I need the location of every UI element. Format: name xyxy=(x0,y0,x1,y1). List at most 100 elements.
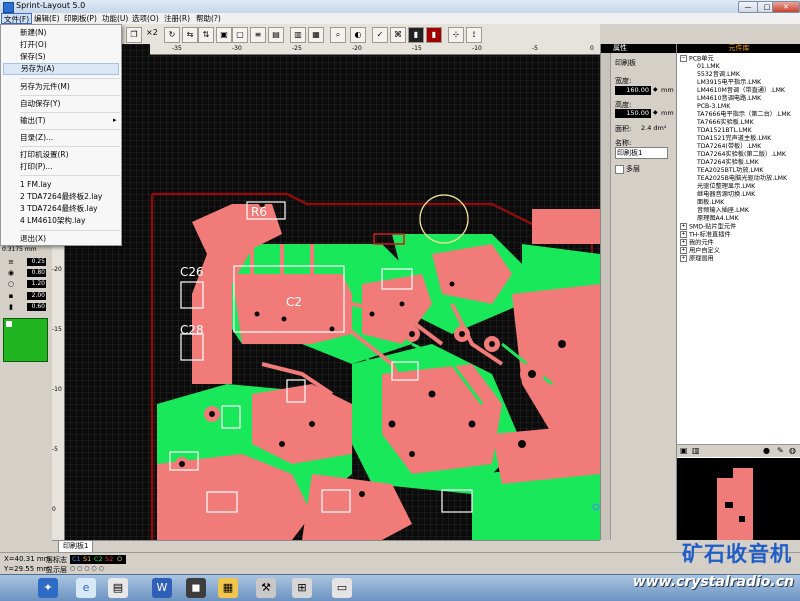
tree-leaf[interactable]: LM4610音调电路.LMK xyxy=(697,95,761,103)
tree-leaf[interactable]: TEA2025B电脑光驱动功放.LMK xyxy=(697,175,787,183)
tree-leaf[interactable]: TDA7264实验板.LMK xyxy=(697,159,759,167)
smd-height-value[interactable]: 0.60 xyxy=(27,303,46,311)
multilayer-checkbox[interactable] xyxy=(615,165,624,174)
recent-file-2[interactable]: 2 TDA7264最终板2.lay xyxy=(3,191,119,203)
library-tree[interactable]: − PCB单元 01.LMK 5532音调.LMK LM3915电平指示.LMK LM46… xyxy=(677,55,800,445)
menu-export[interactable]: 输出(T) xyxy=(3,115,119,127)
display-layer-radios[interactable]: ○ ○ ○ ○ ○ xyxy=(70,565,126,573)
word-icon[interactable]: W xyxy=(152,578,172,598)
expand-icon[interactable]: + xyxy=(680,223,687,230)
mirror-v-icon[interactable]: ⇅ xyxy=(198,27,214,43)
smd-width-row[interactable]: ▪ 2.00 xyxy=(4,292,48,300)
tree-leaf[interactable]: 01.LMK xyxy=(697,63,720,71)
browser-icon[interactable]: e xyxy=(76,578,96,598)
drc-icon[interactable]: ✓ xyxy=(372,27,388,43)
pin-icon[interactable]: ✎ xyxy=(777,446,784,455)
pad-size-value[interactable]: 0.80 xyxy=(27,269,46,277)
copy-icon[interactable]: ❐ xyxy=(126,27,142,43)
recent-file-1[interactable]: 1 FM.lay xyxy=(3,179,119,191)
properties-side-strip[interactable] xyxy=(601,53,611,540)
rotate-icon[interactable]: ↻ xyxy=(164,27,180,43)
menu-board[interactable]: 印刷板(P) xyxy=(62,13,99,24)
zoom-icon[interactable]: ⌕ xyxy=(330,27,346,43)
measure-icon[interactable]: ⊹ xyxy=(448,27,464,43)
menu-printer-setup[interactable]: 打印机设置(R) xyxy=(3,149,119,161)
tree-leaf[interactable]: LM4610M音调（带直通）.LMK xyxy=(697,87,785,95)
start-icon[interactable]: ✦ xyxy=(38,578,58,598)
width-spin-icon[interactable]: ◆ xyxy=(653,86,658,93)
menu-exit[interactable]: 退出(X) xyxy=(3,233,119,245)
align-icon[interactable]: ≡ xyxy=(250,27,266,43)
track-width-value[interactable]: 0.25 xyxy=(27,258,46,266)
tree-leaf[interactable]: 原理图A4.LMK xyxy=(697,215,739,223)
recent-file-4[interactable]: 4 LM4610架构.lay xyxy=(3,215,119,227)
layer-c1[interactable]: C1 xyxy=(72,555,81,563)
layer-o[interactable]: O xyxy=(117,555,122,563)
pcb-drawing[interactable]: R6 C26 C28 C2 xyxy=(52,44,600,540)
smd-width-value[interactable]: 2.00 xyxy=(27,292,46,300)
layer-s1[interactable]: S1 xyxy=(83,555,91,563)
tree-leaf[interactable]: 面板.LMK xyxy=(697,199,724,207)
collapse-icon[interactable]: − xyxy=(680,55,687,62)
tree-leaf[interactable]: 5532音调.LMK xyxy=(697,71,740,79)
lock-icon[interactable]: ▤ xyxy=(268,27,284,43)
export-icon[interactable]: ▮ xyxy=(408,27,424,43)
menu-open[interactable]: 打开(O) xyxy=(3,39,119,51)
connect-icon[interactable]: ⟟ xyxy=(466,27,482,43)
expand-icon[interactable]: + xyxy=(680,239,687,246)
tree-folder[interactable]: + 原理图用 xyxy=(680,255,714,264)
settings-icon[interactable]: ◍ xyxy=(789,446,796,455)
delete-icon[interactable]: ▥ xyxy=(692,446,700,455)
ungroup-icon[interactable]: ▢ xyxy=(232,27,248,43)
tree-leaf[interactable]: TDA7264实验板(第二版）.LMK xyxy=(697,151,786,159)
tree-leaf[interactable]: TDA1521BTL.LMK xyxy=(697,127,752,135)
smd-height-row[interactable]: ▮ 0.60 xyxy=(4,303,48,311)
menu-save-as-component[interactable]: 另存为元件(M) xyxy=(3,81,119,93)
tree-leaf[interactable]: TDA1521完声道主板.LMK xyxy=(697,135,771,143)
pcb-canvas[interactable]: R6 C26 C28 C2 xyxy=(52,44,600,540)
tree-leaf[interactable]: PCB-3.LMK xyxy=(697,103,730,111)
layer-s2[interactable]: S2 xyxy=(105,555,113,563)
layer-selector[interactable]: C1 S1 C2 S2 O xyxy=(70,555,126,564)
flip-icon[interactable]: ▥ xyxy=(290,27,306,43)
close-button[interactable]: ✕ xyxy=(772,1,800,13)
zoom-factor[interactable]: ×2 xyxy=(146,28,158,37)
width-input[interactable]: 160.00 xyxy=(615,86,651,95)
menu-function[interactable]: 功能(U) xyxy=(100,13,130,24)
dot-icon[interactable]: ● xyxy=(763,446,770,455)
recent-file-3[interactable]: 3 TDA7264最终板.lay xyxy=(3,203,119,215)
tool-icon[interactable]: ⚒ xyxy=(256,578,276,598)
hole-size-row[interactable]: ○ 1.20 xyxy=(4,280,48,288)
autoroute-icon[interactable]: ⌘ xyxy=(390,27,406,43)
pad-size-row[interactable]: ◉ 0.80 xyxy=(4,269,48,277)
menu-directory[interactable]: 目录(Z)... xyxy=(3,132,119,144)
menu-print[interactable]: 打印(P)... xyxy=(3,161,119,173)
height-spin-icon[interactable]: ◆ xyxy=(653,109,658,116)
mirror-h-icon[interactable]: ⇆ xyxy=(182,27,198,43)
menu-autosave[interactable]: 自动保存(Y) xyxy=(3,98,119,110)
track-width-row[interactable]: ≡ 0.25 xyxy=(4,258,48,266)
grid-size-label[interactable]: 0.3175 mm xyxy=(2,246,50,254)
app-icon-3[interactable]: ▭ xyxy=(332,578,352,598)
folder-icon[interactable]: ▦ xyxy=(218,578,238,598)
name-input[interactable]: 印刷板1 xyxy=(615,147,668,159)
tree-leaf[interactable]: TEA2025BTL功放.LMK xyxy=(697,167,763,175)
tree-leaf[interactable]: TA7666电平指示（第二台）.LMK xyxy=(697,111,791,119)
tree-leaf[interactable]: TA7666实验板.LMK xyxy=(697,119,754,127)
contrast-icon[interactable]: ◐ xyxy=(350,27,366,43)
pcb-app-icon[interactable]: ⊞ xyxy=(292,578,312,598)
tree-leaf[interactable]: 光驱位整理显示.LMK xyxy=(697,183,755,191)
menu-register[interactable]: 注册(R) xyxy=(162,13,192,24)
tree-leaf[interactable]: LM3915电平指示.LMK xyxy=(697,79,761,87)
menu-new[interactable]: 新建(N) xyxy=(3,27,119,39)
height-input[interactable]: 150.00 xyxy=(615,109,651,118)
photoview-icon[interactable]: ▮ xyxy=(426,27,442,43)
menu-save[interactable]: 保存(S) xyxy=(3,51,119,63)
tree-leaf[interactable]: 继电器音源切换.LMK xyxy=(697,191,755,199)
tree-leaf[interactable]: 音频输入插座.LMK xyxy=(697,207,749,215)
app-icon-2[interactable]: ◼ xyxy=(186,578,206,598)
expand-icon[interactable]: + xyxy=(680,247,687,254)
save-icon[interactable]: ▣ xyxy=(680,446,688,455)
hole-size-value[interactable]: 1.20 xyxy=(27,280,46,288)
menu-help[interactable]: 帮助(?) xyxy=(194,13,223,24)
